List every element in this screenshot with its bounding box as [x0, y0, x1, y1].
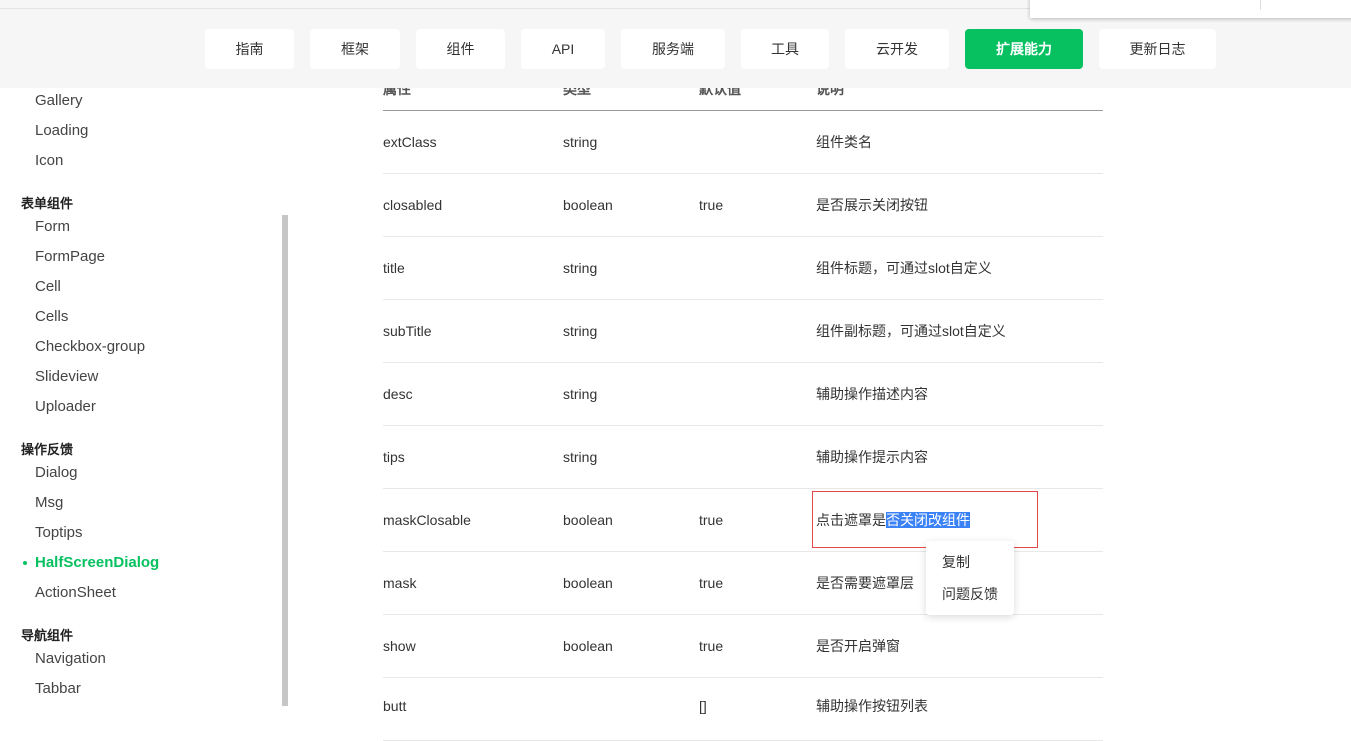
sidebar-item-gallery[interactable]: Gallery [35, 92, 83, 109]
sidebar-group-form: 表单组件 [21, 196, 74, 211]
table-row: tips string 辅助操作提示内容 [383, 426, 1103, 489]
cell-desc: 是否开启弹窗 [816, 638, 900, 654]
cell-desc: 组件类名 [816, 134, 872, 150]
sidebar-group-navigation: 导航组件 [21, 628, 74, 643]
cell-type: string [563, 449, 598, 465]
table-row: closabled boolean true 是否展示关闭按钮 [383, 174, 1103, 237]
sidebar-item-msg[interactable]: Msg [35, 494, 63, 511]
sidebar-item-dialog[interactable]: Dialog [35, 464, 78, 481]
sidebar-item-checkbox-group[interactable]: Checkbox-group [35, 338, 145, 355]
nav-components[interactable]: 组件 [416, 29, 505, 69]
sidebar-item-actionsheet[interactable]: ActionSheet [35, 584, 116, 601]
sidebar-item-form[interactable]: Form [35, 218, 70, 235]
cell-desc: 组件标题，可通过slot自定义 [816, 260, 992, 276]
cell-type: boolean [563, 638, 613, 654]
cell-name: butt [383, 698, 407, 714]
cell-default: true [699, 638, 724, 654]
cell-desc: 组件副标题，可通过slot自定义 [816, 323, 1006, 339]
cell-type: string [563, 134, 598, 150]
sidebar-item-navigation[interactable]: Navigation [35, 650, 106, 667]
sidebar-item-toptips[interactable]: Toptips [35, 524, 83, 541]
nav-server[interactable]: 服务端 [621, 29, 725, 69]
nav-api[interactable]: API [521, 29, 605, 69]
cell-type: string [563, 386, 598, 402]
panel-divider [1260, 0, 1261, 10]
nav-cloud-dev[interactable]: 云开发 [845, 29, 949, 69]
nav-guide[interactable]: 指南 [205, 29, 294, 69]
cell-name: title [383, 260, 405, 276]
top-dropdown-panel [1030, 0, 1351, 18]
header-default: 默认值 [699, 88, 741, 97]
sidebar-item-cells[interactable]: Cells [35, 308, 68, 325]
cell-default: true [699, 575, 724, 591]
cell-name: extClass [383, 134, 437, 150]
cell-name: closabled [383, 197, 443, 213]
cell-name: subTitle [383, 323, 432, 339]
table-row: show boolean true 是否开启弹窗 [383, 615, 1103, 678]
cell-name: show [383, 638, 416, 654]
table-row: subTitle string 组件副标题，可通过slot自定义 [383, 300, 1103, 363]
sidebar-item-uploader[interactable]: Uploader [35, 398, 96, 415]
header-description: 说明 [816, 88, 844, 97]
context-menu-copy[interactable]: 复制 [942, 552, 970, 572]
sidebar [0, 88, 282, 706]
main-nav: 指南 框架 组件 API 服务端 工具 云开发 扩展能力 更新日志 [205, 29, 1232, 69]
header-type: 类型 [563, 88, 591, 97]
cell-desc: 是否展示关闭按钮 [816, 197, 928, 213]
sidebar-group-feedback: 操作反馈 [21, 442, 74, 457]
cell-type: boolean [563, 197, 613, 213]
table-row: title string 组件标题，可通过slot自定义 [383, 237, 1103, 300]
sidebar-item-tabbar[interactable]: Tabbar [35, 680, 81, 697]
cell-name: maskClosable [383, 512, 471, 528]
cell-default: true [699, 197, 724, 213]
context-menu: 复制 问题反馈 [926, 541, 1014, 615]
sidebar-item-icon[interactable]: Icon [35, 152, 63, 169]
table-header: 属性 类型 默认值 说明 [383, 88, 1103, 111]
table-row: extClass string 组件类名 [383, 111, 1103, 174]
sidebar-item-formpage[interactable]: FormPage [35, 248, 105, 265]
cell-name: desc [383, 386, 413, 402]
active-indicator-dot [23, 561, 27, 565]
nav-changelog[interactable]: 更新日志 [1099, 29, 1216, 69]
cell-type: string [563, 323, 598, 339]
context-menu-feedback[interactable]: 问题反馈 [942, 584, 998, 604]
table-row: desc string 辅助操作描述内容 [383, 363, 1103, 426]
selection-highlight-box [812, 491, 1038, 548]
cell-default: [] [699, 698, 707, 714]
cell-desc: 辅助操作提示内容 [816, 449, 928, 465]
header-property: 属性 [383, 88, 411, 97]
cell-desc: 辅助操作描述内容 [816, 386, 928, 402]
cell-name: mask [383, 575, 417, 591]
nav-tools[interactable]: 工具 [741, 29, 829, 69]
sidebar-item-cell[interactable]: Cell [35, 278, 61, 295]
nav-extensions[interactable]: 扩展能力 [965, 29, 1083, 69]
cell-type: boolean [563, 575, 613, 591]
cell-type: boolean [563, 512, 613, 528]
sidebar-scrollbar[interactable] [282, 215, 288, 706]
cell-name: tips [383, 449, 405, 465]
nav-framework[interactable]: 框架 [310, 29, 400, 69]
table-row: butt [] 辅助操作按钮列表 [383, 678, 1103, 741]
sidebar-item-loading[interactable]: Loading [35, 122, 88, 139]
sidebar-item-halfscreendialog[interactable]: HalfScreenDialog [35, 554, 159, 571]
cell-desc: 是否需要遮罩层 [816, 575, 914, 591]
cell-type: string [563, 260, 598, 276]
cell-desc: 辅助操作按钮列表 [816, 698, 928, 714]
cell-default: true [699, 512, 724, 528]
sidebar-item-slideview[interactable]: Slideview [35, 368, 98, 385]
